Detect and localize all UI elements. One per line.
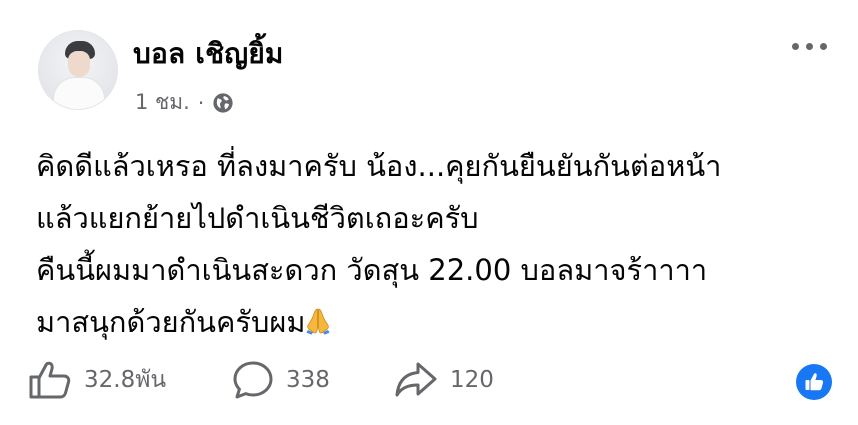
share-button[interactable]: 120 xyxy=(394,360,494,400)
avatar-body xyxy=(53,77,105,109)
meta-separator: · xyxy=(197,90,205,115)
post-meta: 1 ชม. · xyxy=(135,86,234,119)
more-options-icon[interactable] xyxy=(792,36,836,56)
facebook-post: บอล เชิญยิ้ม 1 ชม. · คิดดีแล้วเหรอ ที่ลง… xyxy=(0,0,858,425)
comment-count: 338 xyxy=(286,367,330,393)
dot-icon xyxy=(792,42,799,50)
post-footer: 32.8พัน 338 120 xyxy=(28,360,838,404)
post-text-line: คิดดีแล้วเหรอ ที่ลงมาครับ น้อง...คุยกันย… xyxy=(36,149,722,183)
thumbs-up-filled-icon xyxy=(805,373,824,391)
avatar-face xyxy=(68,51,90,77)
thumbs-up-icon xyxy=(29,361,71,399)
author-name[interactable]: บอล เชิญยิ้ม xyxy=(133,32,284,76)
like-reaction-icon xyxy=(796,364,832,400)
avatar[interactable] xyxy=(38,30,118,110)
share-arrow-icon xyxy=(395,362,437,397)
like-button[interactable]: 32.8พัน xyxy=(28,360,166,400)
post-text-line: มาสนุกด้วยกันครับผม xyxy=(36,305,306,339)
post-text-line: คืนนี้ผมมาดำเนินสะดวก วัดสุน 22.00 บอลมา… xyxy=(36,253,708,287)
comment-button[interactable]: 338 xyxy=(232,360,330,400)
dot-icon xyxy=(820,42,827,50)
like-count: 32.8พัน xyxy=(84,367,167,393)
globe-icon[interactable] xyxy=(212,92,234,114)
dot-icon xyxy=(806,42,813,50)
post-text-line-last: มาสนุกด้วยกันครับผม xyxy=(36,296,846,348)
post-content: คิดดีแล้วเหรอ ที่ลงมาครับ น้อง...คุยกันย… xyxy=(36,140,846,348)
post-text-line: แล้วแยกย้ายไปดำเนินชีวิตเถอะครับ xyxy=(36,201,479,235)
post-timestamp[interactable]: 1 ชม. xyxy=(135,86,190,119)
folded-hands-emoji xyxy=(306,308,331,335)
comment-bubble-icon xyxy=(233,361,273,399)
share-count: 120 xyxy=(450,367,494,393)
